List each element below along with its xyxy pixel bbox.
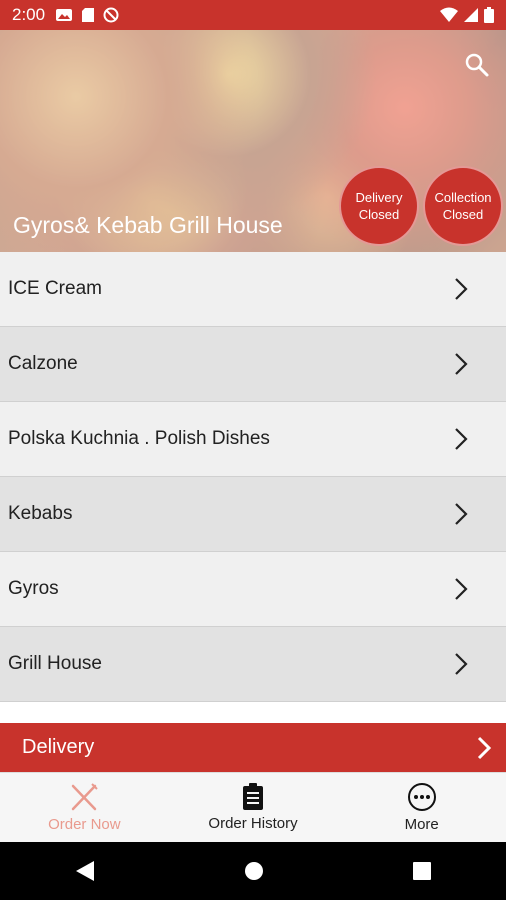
category-row-calzone[interactable]: Calzone [0,327,506,402]
status-time: 2:00 [12,5,46,24]
fork-knife-icon [72,783,99,811]
tab-order-history[interactable]: Order History [169,773,338,842]
category-label: ICE Cream [8,278,102,299]
bottom-tab-bar: Order Now Order History More [0,772,506,842]
battery-icon [484,7,494,23]
home-icon[interactable] [243,860,265,882]
status-bar: 2:00 [0,0,506,30]
delivery-badge-line1: Delivery [355,190,403,205]
category-label: Calzone [8,353,78,374]
collection-badge-line2: Closed [442,207,484,222]
category-label: Gyros [8,578,59,599]
chevron-right-icon [455,653,468,675]
chevron-right-icon [455,578,468,600]
signal-icon [464,8,478,22]
delivery-mode-label: Delivery [22,736,95,758]
more-dots-icon [407,783,436,811]
back-icon[interactable] [74,859,96,883]
tab-label: Order Now [48,816,121,833]
category-row-ice-cream[interactable]: ICE Cream [0,252,506,327]
category-label: Polska Kuchnia . Polish Dishes [8,428,270,449]
system-navigation-bar [0,842,506,900]
hero-banner: Gyros& Kebab Grill House Delivery Closed… [0,30,506,252]
blocked-icon [103,7,119,23]
search-icon[interactable] [464,52,490,83]
tab-order-now[interactable]: Order Now [0,773,169,842]
category-label: Grill House [8,653,102,674]
collection-status-badge: Collection Closed [423,166,503,246]
delivery-mode-button[interactable]: Delivery [0,723,506,772]
tab-more[interactable]: More [337,773,506,842]
category-row-polish-dishes[interactable]: Polska Kuchnia . Polish Dishes [0,402,506,477]
category-row-kebabs[interactable]: Kebabs [0,477,506,552]
tab-label: Order History [208,815,298,832]
category-label: Kebabs [8,503,73,524]
collection-badge-line1: Collection [434,190,492,205]
restaurant-name: Gyros& Kebab Grill House [13,212,283,238]
category-list: ICE Cream Calzone Polska Kuchnia . Polis… [0,252,506,702]
tab-label: More [404,816,439,833]
chevron-right-icon [455,353,468,375]
delivery-badge-line2: Closed [358,207,400,222]
chevron-right-icon [455,503,468,525]
chevron-right-icon [455,278,468,300]
chevron-right-icon [455,428,468,450]
category-row-grill-house[interactable]: Grill House [0,627,506,702]
wifi-icon [440,7,458,22]
category-row-gyros[interactable]: Gyros [0,552,506,627]
sd-card-icon [82,8,95,22]
clipboard-icon [243,783,263,810]
chevron-right-icon [477,736,492,759]
image-notification-icon [56,9,73,21]
delivery-status-badge: Delivery Closed [339,166,419,246]
recents-icon[interactable] [412,861,432,881]
